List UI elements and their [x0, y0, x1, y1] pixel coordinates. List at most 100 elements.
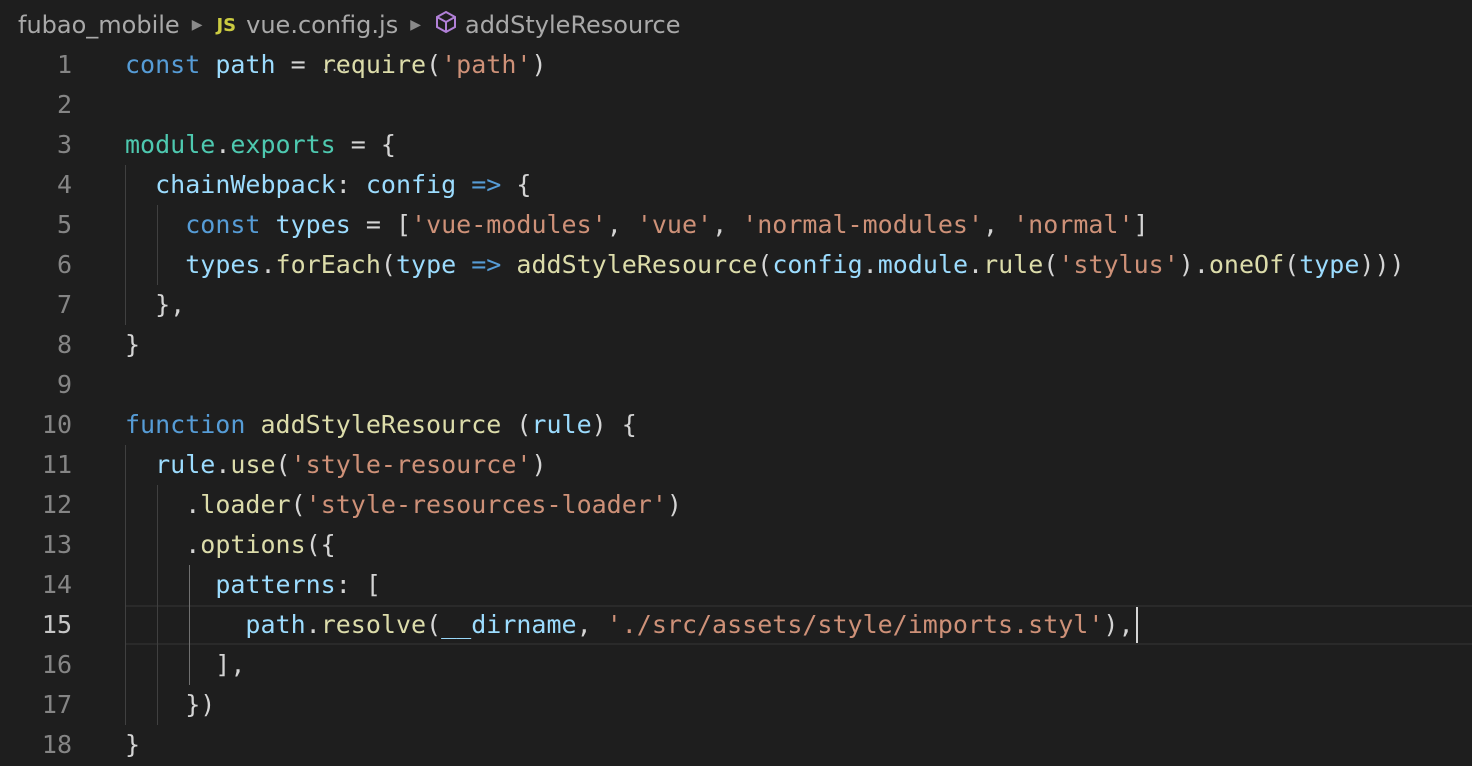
- line-number: 6: [56, 250, 72, 279]
- line-text: .loader('style-resources-loader'): [125, 485, 682, 525]
- code-line[interactable]: 18}: [0, 725, 1472, 765]
- code-token: rule: [983, 250, 1044, 279]
- line-text: chainWebpack: config => {: [125, 165, 531, 205]
- line-text: },: [125, 285, 185, 325]
- code-token: addStyleResource: [260, 410, 502, 439]
- code-token: 'style-resources-loader': [305, 490, 667, 519]
- code-line[interactable]: 14 patterns: [: [0, 565, 1472, 605]
- line-number: 9: [56, 370, 72, 399]
- code-token: 'path': [441, 50, 532, 79]
- code-token: forEach: [275, 250, 381, 279]
- code-line[interactable]: 17 }): [0, 685, 1472, 725]
- line-text: types.forEach(type => addStyleResource(c…: [125, 245, 1404, 285]
- hint-dots-icon[interactable]: ···: [321, 63, 349, 79]
- line-number: 13: [41, 530, 72, 559]
- code-token: module: [125, 130, 216, 159]
- breadcrumb-file[interactable]: JS vue.config.js: [216, 11, 398, 39]
- code-token: .: [125, 490, 201, 519]
- code-token: : [: [335, 570, 381, 599]
- line-number: 1: [56, 50, 72, 79]
- line-text: }: [125, 325, 140, 365]
- code-editor[interactable]: fubao_mobile ▶ JS vue.config.js ▶ addSty…: [0, 0, 1472, 766]
- code-token: loader: [200, 490, 291, 519]
- code-token: './src/assets/style/imports.styl': [606, 610, 1104, 639]
- code-token: resolve: [320, 610, 427, 639]
- code-token: (: [426, 50, 442, 79]
- code-line[interactable]: 2: [0, 85, 1472, 125]
- code-token: type: [395, 250, 457, 279]
- breadcrumb-file-label: vue.config.js: [246, 11, 399, 39]
- code-token: const: [185, 210, 261, 239]
- code-line[interactable]: 13 .options({: [0, 525, 1472, 565]
- code-token: {: [501, 170, 532, 199]
- code-line[interactable]: 3 module.exports = {: [0, 125, 1472, 165]
- code-line[interactable]: 8}: [0, 325, 1472, 365]
- code-token: =: [275, 50, 321, 79]
- code-token: =>: [471, 170, 502, 199]
- line-text: module.exports = {: [125, 125, 396, 165]
- line-number: 17: [41, 690, 72, 719]
- code-line[interactable]: 10 function addStyleResource (rule) {: [0, 405, 1472, 445]
- line-number: 5: [56, 210, 72, 239]
- code-token: ): [531, 50, 547, 79]
- code-line[interactable]: 16 ],: [0, 645, 1472, 685]
- line-text: const types = ['vue-modules', 'vue', 'no…: [125, 205, 1149, 245]
- code-token: use: [230, 450, 276, 479]
- code-token: 'vue-modules': [411, 210, 607, 239]
- line-text: path.resolve(__dirname, './src/assets/st…: [125, 605, 1134, 645]
- code-line[interactable]: 7 },: [0, 285, 1472, 325]
- text-cursor: [1136, 607, 1138, 643]
- line-number: 11: [41, 450, 72, 479]
- breadcrumb-folder[interactable]: fubao_mobile: [18, 11, 180, 39]
- indent-guide: [125, 445, 126, 725]
- code-token: ]: [1133, 210, 1149, 239]
- method-cube-icon: [435, 10, 457, 40]
- code-token: }: [125, 730, 141, 759]
- code-line[interactable]: 1 const path = require('path'): [0, 45, 1472, 85]
- code-token: config: [365, 170, 457, 199]
- code-token: config: [772, 250, 863, 279]
- code-token: ],: [125, 650, 246, 679]
- code-line[interactable]: 5 const types = ['vue-modules', 'vue', '…: [0, 205, 1472, 245]
- indent-guide: [157, 485, 158, 725]
- code-token: (: [426, 610, 442, 639]
- breadcrumb-symbol[interactable]: addStyleResource: [435, 10, 681, 40]
- code-token: = [: [350, 210, 412, 239]
- code-line[interactable]: 15 path.resolve(__dirname, './src/assets…: [0, 605, 1472, 645]
- code-line[interactable]: 6 types.forEach(type => addStyleResource…: [0, 245, 1472, 285]
- code-token: .: [260, 250, 276, 279]
- code-line[interactable]: 9: [0, 365, 1472, 405]
- code-token: rule: [531, 410, 592, 439]
- code-token: (: [380, 250, 396, 279]
- code-token: 'normal': [1013, 210, 1134, 239]
- code-token: .: [968, 250, 984, 279]
- code-token: .: [215, 450, 231, 479]
- code-token: (: [275, 450, 291, 479]
- line-number: 3: [56, 130, 72, 159]
- code-token: .: [125, 530, 201, 559]
- line-number: 7: [56, 290, 72, 319]
- code-token: ): [666, 490, 682, 519]
- code-line[interactable]: 11 rule.use('style-resource'): [0, 445, 1472, 485]
- line-number: 10: [41, 410, 72, 439]
- code-token: ,: [576, 610, 607, 639]
- code-token: rule: [155, 450, 216, 479]
- chevron-right-icon: ▶: [191, 17, 203, 33]
- code-token: path: [215, 50, 276, 79]
- code-area[interactable]: 1 const path = require('path') 2 3 module.ex…: [0, 45, 1472, 765]
- code-token: (: [501, 410, 532, 439]
- javascript-file-icon: JS: [216, 14, 237, 36]
- code-token: .: [215, 130, 231, 159]
- chevron-right-icon: ▶: [410, 17, 421, 33]
- code-token: type: [1299, 250, 1360, 279]
- code-token: ),: [1103, 610, 1134, 639]
- code-token: options: [200, 530, 306, 559]
- line-number: 12: [41, 490, 72, 519]
- code-line[interactable]: 12 .loader('style-resources-loader'): [0, 485, 1472, 525]
- code-line[interactable]: 4 chainWebpack: config => {: [0, 165, 1472, 205]
